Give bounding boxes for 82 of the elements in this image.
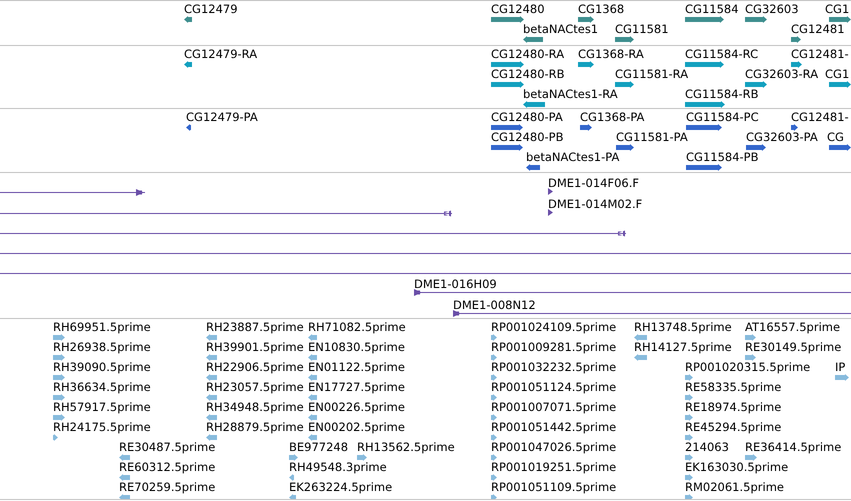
feature-label: RH71082.5prime (308, 320, 406, 334)
feature-label: RH14127.5prime (634, 340, 732, 354)
feature-label: RP001020315.5prime (685, 360, 810, 374)
feature-label: CG12480-RB (491, 67, 565, 81)
feature-label: RP001051109.5prime (491, 480, 616, 494)
feature-label: RH24175.5prime (53, 420, 151, 434)
feature-label: CG12481- (791, 110, 849, 124)
feature-label: CG12479 (184, 2, 238, 16)
feature-label: EN17727.5prime (308, 380, 405, 394)
feature-label: CG12480 (491, 2, 545, 16)
feature-label: RH26938.5prime (53, 340, 151, 354)
feature-label: CG11581 (615, 22, 669, 36)
feature-label: DME1-014M02.F (548, 197, 642, 211)
feature-label: RE45294.5prime (685, 420, 782, 434)
feature-label: EN00226.5prime (308, 400, 405, 414)
feature-label: RP001051124.5prime (491, 380, 616, 394)
feature-label: CG1368-RA (578, 47, 644, 61)
feature-label: CG12480-PA (491, 110, 563, 124)
feature-label: CG12481- (791, 47, 849, 61)
feature-label: RP001007071.5prime (491, 400, 616, 414)
feature-label: CG11584-RB (685, 87, 759, 101)
feature-label: RP001032232.5prime (491, 360, 616, 374)
feature-label: CG11584-RC (685, 47, 758, 61)
feature-label: RP001024109.5prime (491, 320, 616, 334)
feature-label: EN01122.5prime (308, 360, 405, 374)
feature-label: RH36634.5prime (53, 380, 151, 394)
feature-label: CG12479-RA (184, 47, 258, 61)
feature-label: CG (827, 130, 844, 144)
feature-label: RH49548.3prime (289, 460, 387, 474)
feature-label: AT16557.5prime (745, 320, 840, 334)
feature-label: RH69951.5prime (53, 320, 151, 334)
feature-label: RH22906.5prime (206, 360, 304, 374)
feature-label: RH23887.5prime (206, 320, 304, 334)
feature-label: DME1-016H09 (414, 277, 497, 291)
feature-label: RH57917.5prime (53, 400, 151, 414)
feature-label: RE36414.5prime (745, 440, 842, 454)
feature-label: EK163030.5prime (685, 460, 788, 474)
feature-label: CG1368 (578, 2, 624, 16)
feature-label: CG32603-PA (746, 130, 818, 144)
feature-label: RP001009281.5prime (491, 340, 616, 354)
feature-label: EN10830.5prime (308, 340, 405, 354)
feature-label: CG12480-PB (491, 130, 564, 144)
feature-label: RE70259.5prime (119, 480, 216, 494)
feature-label: RH28879.5prime (206, 420, 304, 434)
feature-label: RH34948.5prime (206, 400, 304, 414)
feature-label: betaNACtes1-PA (526, 150, 620, 164)
feature-label: CG12479-PA (186, 110, 258, 124)
feature-label: CG11584 (685, 2, 739, 16)
feature-label: CG1 (825, 2, 850, 16)
feature-label: RH39901.5prime (206, 340, 304, 354)
feature-label: CG11581-PA (616, 130, 688, 144)
feature-label: CG1 (825, 67, 850, 81)
feature-label: RP001047026.5prime (491, 440, 616, 454)
feature-label: RH13748.5prime (634, 320, 732, 334)
feature-label: CG32603 (745, 2, 799, 16)
feature-label: RH39090.5prime (53, 360, 151, 374)
feature-label: RH13562.5prime (357, 440, 455, 454)
feature-label: RE30487.5prime (119, 440, 216, 454)
feature-label: CG12481 (791, 22, 845, 36)
feature-label: RH23057.5prime (206, 380, 304, 394)
feature-label: RM02061.5prime (685, 480, 784, 494)
feature-label: RP001051442.5prime (491, 420, 616, 434)
feature-label: RE30149.5prime (745, 340, 842, 354)
feature-label: DME1-008N12 (453, 298, 536, 312)
feature-label: RE60312.5prime (119, 460, 216, 474)
feature-label: CG12480-RA (491, 47, 564, 61)
feature-label: RE18974.5prime (685, 400, 782, 414)
feature-label: BE977248 (289, 440, 348, 454)
feature-label: CG1368-PA (580, 110, 644, 124)
feature-label: IP (835, 360, 846, 374)
feature-label: RE58335.5prime (685, 380, 782, 394)
feature-label: EK263224.5prime (289, 480, 392, 494)
feature-label: RP001019251.5prime (491, 460, 616, 474)
feature-label: DME1-014F06.F (548, 176, 639, 190)
feature-label: betaNACtes1-RA (523, 87, 618, 101)
feature-label: CG32603-RA (745, 67, 818, 81)
feature-label: betaNACtes1 (523, 22, 598, 36)
feature-label: 214063 (685, 440, 729, 454)
feature-label: CG11584-PC (686, 110, 759, 124)
feature-label: CG11584-PB (686, 150, 758, 164)
feature-label: CG11581-RA (615, 67, 688, 81)
feature-label: EN00202.5prime (308, 420, 405, 434)
